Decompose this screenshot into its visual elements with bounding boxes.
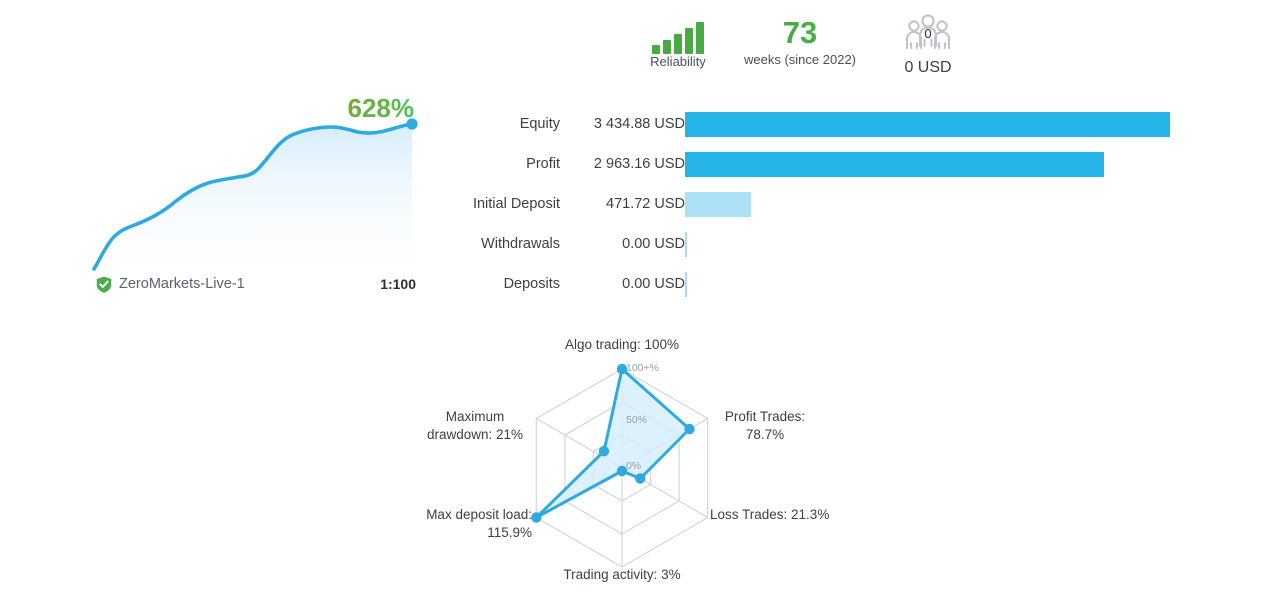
stat-label: Initial Deposit	[472, 196, 560, 212]
broker-info[interactable]: ZeroMarkets-Live-1	[96, 275, 245, 293]
radar-label-max-deposit-load: Max deposit load: 115.9%	[426, 507, 532, 540]
stat-label: Withdrawals	[481, 236, 560, 252]
stat-bar	[685, 152, 1104, 177]
stat-label: Deposits	[503, 276, 560, 292]
stat-bar-track	[685, 152, 1170, 177]
account-stats-table: Equity 3 434.88 USD Profit 2 963.16 USD …	[430, 104, 1170, 304]
radar-ring-label-mid: 50%	[626, 414, 648, 426]
kpi-weeks-label: weeks (since 2022)	[744, 52, 856, 67]
radar-label-algo-trading: Algo trading: 100%	[564, 337, 680, 352]
kpi-reliability[interactable]: Reliability	[642, 14, 714, 69]
growth-chart[interactable]: 628% ZeroMarkets-Live-1 1:100	[88, 93, 418, 310]
verified-shield-icon	[96, 276, 112, 293]
stat-bar	[685, 112, 1170, 137]
leverage-value: 1:100	[380, 276, 416, 292]
subscribers-count: 0	[924, 26, 932, 41]
table-row: Profit 2 963.16 USD	[430, 144, 1170, 184]
kpi-weeks: 73 weeks (since 2022)	[720, 14, 880, 67]
growth-footer: ZeroMarkets-Live-1 1:100	[88, 275, 418, 297]
kpi-subscribers[interactable]: 0 0 USD	[885, 14, 971, 78]
table-row: Withdrawals 0.00 USD	[430, 224, 1170, 264]
stat-bar-track	[685, 232, 1170, 257]
radar-ring-label-outer: 100+%	[626, 362, 659, 374]
stat-value: 3 434.88 USD	[593, 116, 685, 132]
growth-sparkline	[92, 118, 418, 277]
people-group-icon: 0	[885, 14, 971, 56]
radar-label-trading-activity: Trading activity: 3%	[563, 567, 681, 582]
stat-label: Profit	[526, 156, 560, 172]
stat-value: 0.00 USD	[622, 236, 685, 252]
table-row: Deposits 0.00 USD	[430, 264, 1170, 304]
radar-label-profit-trades: Profit Trades: 78.7%	[724, 409, 806, 442]
broker-name: ZeroMarkets-Live-1	[119, 276, 245, 292]
radar-ring-label-inner: 0%	[626, 460, 642, 472]
kpi-row: Reliability 73 weeks (since 2022) 0 0 US…	[640, 14, 970, 94]
radar-label-maximum-drawdown: Maximum drawdown: 21%	[426, 409, 524, 442]
stat-value: 0.00 USD	[622, 276, 685, 292]
table-row: Initial Deposit 471.72 USD	[430, 184, 1170, 224]
stat-label: Equity	[519, 116, 560, 132]
performance-radar-chart[interactable]: 100+% 50% 0% Algo trading: 100% Profit T…	[390, 337, 860, 591]
stat-bar	[685, 272, 687, 297]
radar-svg	[531, 363, 709, 568]
stat-value: 471.72 USD	[606, 196, 685, 212]
subscribers-value: 0 USD	[904, 59, 952, 76]
stat-bar-track	[685, 192, 1170, 217]
radar-label-loss-trades: Loss Trades: 21.3%	[710, 507, 830, 522]
kpi-reliability-label: Reliability	[650, 54, 706, 69]
kpi-weeks-value: 73	[720, 14, 880, 52]
stat-bar-track	[685, 112, 1170, 137]
stat-value: 2 963.16 USD	[593, 156, 685, 172]
stat-bar	[685, 232, 687, 257]
signal-bars-icon	[642, 14, 714, 54]
stat-bar	[685, 192, 752, 217]
stat-bar-track	[685, 272, 1170, 297]
table-row: Equity 3 434.88 USD	[430, 104, 1170, 144]
